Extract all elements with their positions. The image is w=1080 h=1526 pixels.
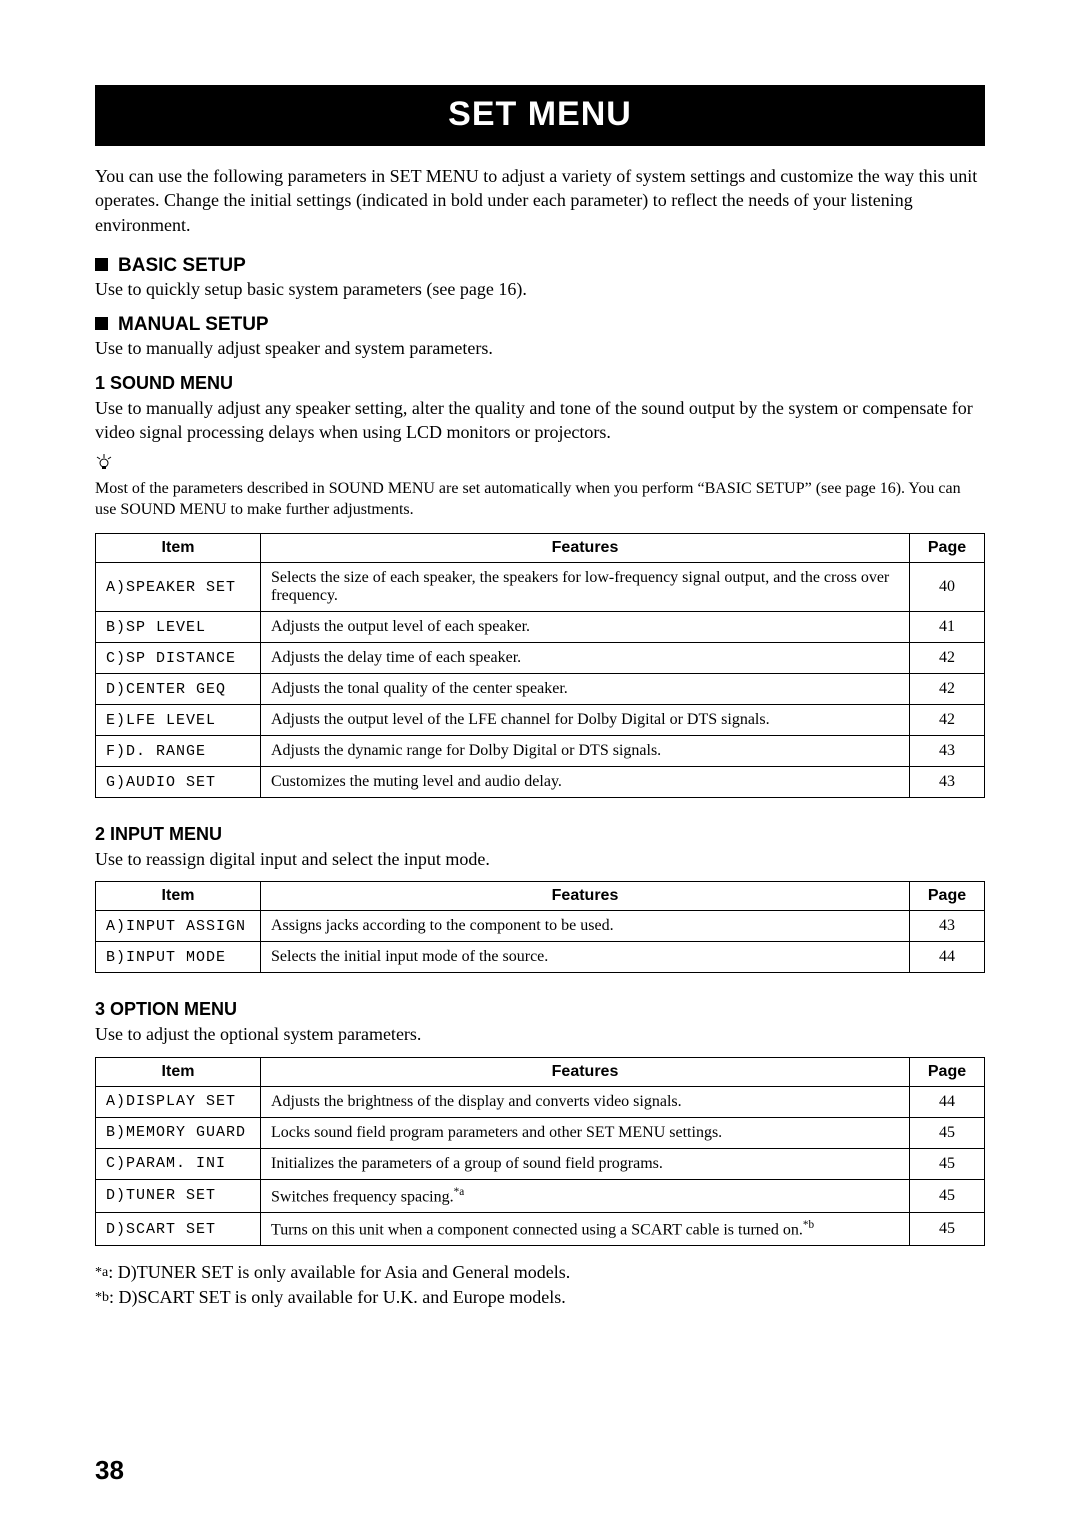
page-cell: 44	[910, 1086, 985, 1117]
features-cell: Adjusts the dynamic range for Dolby Digi…	[261, 736, 910, 767]
col-item: Item	[96, 882, 261, 911]
heading-text: MANUAL SETUP	[118, 314, 269, 335]
col-item: Item	[96, 534, 261, 563]
footnote-a-label: *a	[95, 1265, 108, 1280]
page-cell: 45	[910, 1179, 985, 1212]
table-row: A)DISPLAY SET Adjusts the brightness of …	[96, 1086, 985, 1117]
option-menu-desc: Use to adjust the optional system parame…	[95, 1022, 985, 1046]
features-cell: Locks sound field program parameters and…	[261, 1117, 910, 1148]
table-row: A)INPUT ASSIGN Assigns jacks according t…	[96, 911, 985, 942]
features-cell: Turns on this unit when a component conn…	[261, 1213, 910, 1246]
features-cell: Adjusts the brightness of the display an…	[261, 1086, 910, 1117]
sound-menu-hint: Most of the parameters described in SOUN…	[95, 479, 985, 521]
table-header-row: Item Features Page	[96, 1057, 985, 1086]
input-menu-table: Item Features Page A)INPUT ASSIGN Assign…	[95, 881, 985, 973]
features-cell: Initializes the parameters of a group of…	[261, 1148, 910, 1179]
features-cell: Selects the initial input mode of the so…	[261, 942, 910, 973]
hint-icon	[95, 454, 985, 475]
page-cell: 45	[910, 1213, 985, 1246]
page-cell: 44	[910, 942, 985, 973]
item-cell: C)SP DISTANCE	[96, 643, 261, 674]
input-menu-desc: Use to reassign digital input and select…	[95, 847, 985, 871]
page-cell: 41	[910, 612, 985, 643]
item-cell: D)TUNER SET	[96, 1179, 261, 1212]
features-cell: Selects the size of each speaker, the sp…	[261, 563, 910, 612]
manual-setup-heading: MANUAL SETUP	[95, 314, 985, 336]
page-cell: 45	[910, 1117, 985, 1148]
table-row: G)AUDIO SET Customizes the muting level …	[96, 767, 985, 798]
table-row: A)SPEAKER SET Selects the size of each s…	[96, 563, 985, 612]
basic-setup-desc: Use to quickly setup basic system parame…	[95, 279, 985, 300]
page-title-bar: SET MENU	[95, 85, 985, 146]
item-cell: E)LFE LEVEL	[96, 705, 261, 736]
table-header-row: Item Features Page	[96, 882, 985, 911]
col-page: Page	[910, 534, 985, 563]
table-row: B)SP LEVEL Adjusts the output level of e…	[96, 612, 985, 643]
sound-menu-heading: 1 SOUND MENU	[95, 373, 985, 394]
table-row: E)LFE LEVEL Adjusts the output level of …	[96, 705, 985, 736]
item-cell: A)INPUT ASSIGN	[96, 911, 261, 942]
page-cell: 40	[910, 563, 985, 612]
item-cell: F)D. RANGE	[96, 736, 261, 767]
item-cell: B)MEMORY GUARD	[96, 1117, 261, 1148]
page-number: 38	[95, 1455, 124, 1486]
intro-paragraph: You can use the following parameters in …	[95, 164, 985, 237]
features-cell: Adjusts the output level of each speaker…	[261, 612, 910, 643]
table-row: C)SP DISTANCE Adjusts the delay time of …	[96, 643, 985, 674]
option-menu-table: Item Features Page A)DISPLAY SET Adjusts…	[95, 1057, 985, 1247]
square-bullet-icon	[95, 317, 108, 330]
features-cell: Customizes the muting level and audio de…	[261, 767, 910, 798]
col-page: Page	[910, 1057, 985, 1086]
col-features: Features	[261, 1057, 910, 1086]
input-menu-heading: 2 INPUT MENU	[95, 824, 985, 845]
features-cell: Adjusts the output level of the LFE chan…	[261, 705, 910, 736]
table-row: D)CENTER GEQ Adjusts the tonal quality o…	[96, 674, 985, 705]
item-cell: A)DISPLAY SET	[96, 1086, 261, 1117]
footnote-b-text: : D)SCART SET is only available for U.K.…	[109, 1287, 566, 1307]
table-row: D)SCART SET Turns on this unit when a co…	[96, 1213, 985, 1246]
table-row: F)D. RANGE Adjusts the dynamic range for…	[96, 736, 985, 767]
item-cell: G)AUDIO SET	[96, 767, 261, 798]
footnote-a-text: : D)TUNER SET is only available for Asia…	[108, 1262, 570, 1282]
features-cell: Switches frequency spacing.*a	[261, 1179, 910, 1212]
option-menu-heading: 3 OPTION MENU	[95, 999, 985, 1020]
table-row: B)INPUT MODE Selects the initial input m…	[96, 942, 985, 973]
col-page: Page	[910, 882, 985, 911]
page-cell: 45	[910, 1148, 985, 1179]
sound-menu-desc: Use to manually adjust any speaker setti…	[95, 396, 985, 445]
table-row: D)TUNER SET Switches frequency spacing.*…	[96, 1179, 985, 1212]
heading-text: BASIC SETUP	[118, 255, 246, 276]
footnote-b-label: *b	[95, 1290, 109, 1305]
sound-menu-table: Item Features Page A)SPEAKER SET Selects…	[95, 533, 985, 798]
features-cell: Assigns jacks according to the component…	[261, 911, 910, 942]
table-row: C)PARAM. INI Initializes the parameters …	[96, 1148, 985, 1179]
page-cell: 42	[910, 705, 985, 736]
col-features: Features	[261, 882, 910, 911]
col-item: Item	[96, 1057, 261, 1086]
item-cell: A)SPEAKER SET	[96, 563, 261, 612]
table-header-row: Item Features Page	[96, 534, 985, 563]
features-cell: Adjusts the tonal quality of the center …	[261, 674, 910, 705]
footnotes: *a: D)TUNER SET is only available for As…	[95, 1260, 985, 1309]
manual-setup-desc: Use to manually adjust speaker and syste…	[95, 338, 985, 359]
basic-setup-heading: BASIC SETUP	[95, 255, 985, 277]
features-cell: Adjusts the delay time of each speaker.	[261, 643, 910, 674]
square-bullet-icon	[95, 258, 108, 271]
col-features: Features	[261, 534, 910, 563]
item-cell: C)PARAM. INI	[96, 1148, 261, 1179]
page-cell: 43	[910, 911, 985, 942]
item-cell: D)CENTER GEQ	[96, 674, 261, 705]
page-cell: 43	[910, 736, 985, 767]
page-cell: 42	[910, 643, 985, 674]
item-cell: B)SP LEVEL	[96, 612, 261, 643]
item-cell: B)INPUT MODE	[96, 942, 261, 973]
item-cell: D)SCART SET	[96, 1213, 261, 1246]
page-cell: 42	[910, 674, 985, 705]
page-cell: 43	[910, 767, 985, 798]
table-row: B)MEMORY GUARD Locks sound field program…	[96, 1117, 985, 1148]
